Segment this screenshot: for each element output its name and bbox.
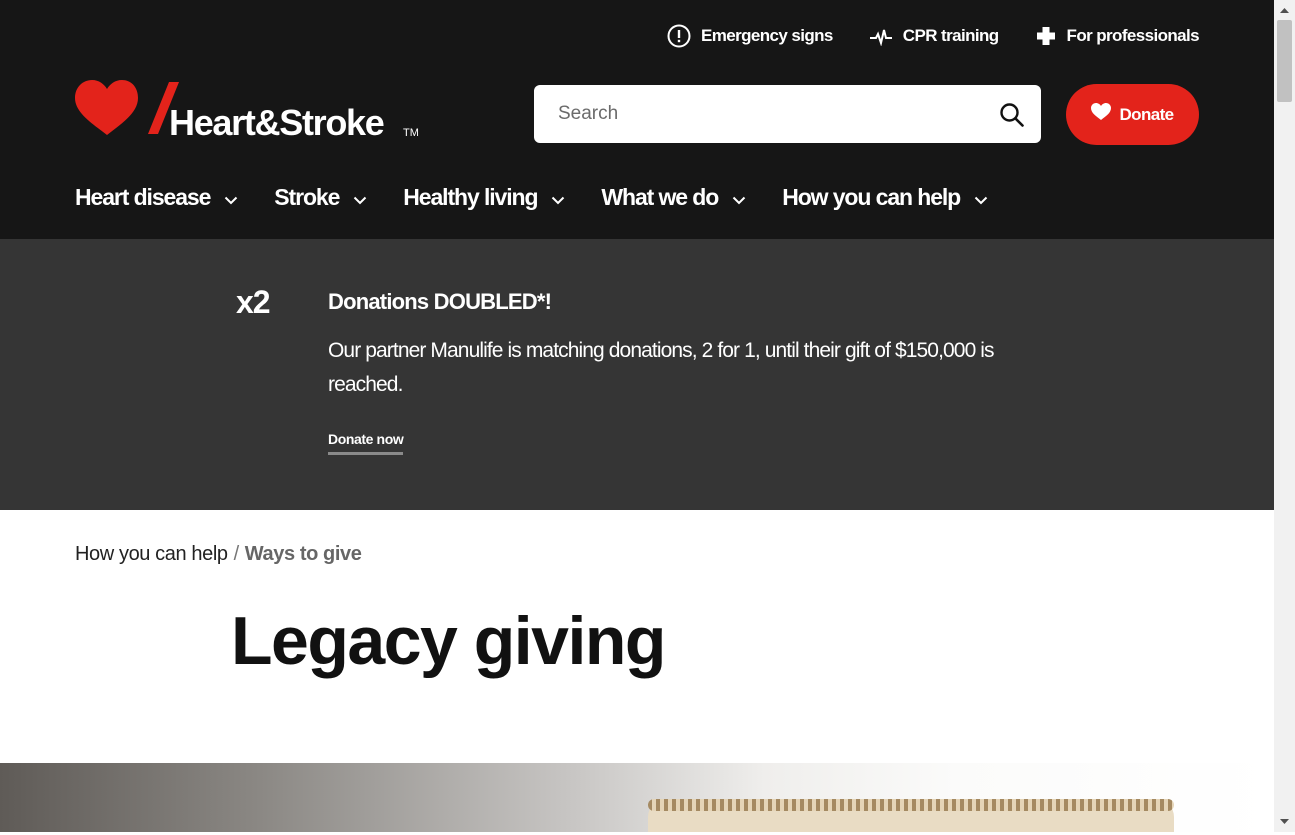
nav-item-label: Heart disease (75, 184, 211, 210)
alert-circle-icon (667, 24, 691, 48)
page: Emergency signs CPR training For profess… (0, 0, 1274, 832)
nav-item-stroke[interactable]: Stroke (274, 184, 367, 211)
heart-and-stroke-logo[interactable]: Heart&Stroke TM (75, 80, 425, 143)
cpr-training-link[interactable]: CPR training (869, 26, 999, 46)
nav-item-label: Healthy living (403, 184, 538, 210)
breadcrumb-link-how-you-can-help[interactable]: How you can help (75, 543, 228, 565)
donate-button[interactable]: Donate (1066, 84, 1199, 145)
breadcrumb-current: Ways to give (244, 543, 362, 565)
heartbeat-icon (869, 26, 893, 46)
search-icon[interactable] (999, 102, 1025, 128)
site-header: Emergency signs CPR training For profess… (0, 0, 1274, 239)
logo-trademark: TM (403, 127, 419, 139)
emergency-signs-link[interactable]: Emergency signs (667, 24, 833, 48)
for-professionals-label: For professionals (1066, 26, 1200, 45)
donate-now-link[interactable]: Donate now (328, 431, 404, 455)
nav-item-label: Stroke (274, 184, 340, 210)
scroll-up-arrow-icon[interactable] (1274, 2, 1295, 19)
promo-title: Donations DOUBLED*! (328, 289, 552, 314)
for-professionals-link[interactable]: For professionals (1035, 25, 1200, 47)
chevron-down-icon (732, 184, 746, 211)
double-badge: x2 (236, 284, 271, 320)
emergency-signs-label: Emergency signs (701, 26, 833, 45)
nav-item-what-we-do[interactable]: What we do (601, 184, 746, 211)
nav-item-heart-disease[interactable]: Heart disease (75, 184, 238, 211)
scrollbar-thumb[interactable] (1277, 20, 1292, 102)
hero-image (0, 763, 1274, 832)
nav-item-label: What we do (601, 184, 719, 210)
nav-item-how-you-can-help[interactable]: How you can help (782, 184, 988, 211)
breadcrumb-separator: / (233, 543, 240, 565)
logo-text: Heart&Stroke (169, 102, 384, 140)
chevron-down-icon (353, 184, 367, 211)
chevron-down-icon (974, 184, 988, 211)
promo-text: Our partner Manulife is matching donatio… (328, 339, 995, 396)
plus-cross-icon (1035, 25, 1057, 47)
logo-graphic: Heart&Stroke TM (75, 80, 419, 143)
donate-button-label: Donate (1119, 104, 1174, 124)
nav-item-label: How you can help (782, 184, 961, 210)
scroll-down-arrow-icon[interactable] (1274, 813, 1295, 830)
heart-icon (1091, 103, 1112, 126)
nav-item-healthy-living[interactable]: Healthy living (403, 184, 565, 211)
hero-basket-graphic (648, 799, 1174, 832)
main-nav: Heart disease Stroke Healthy living What… (75, 184, 1024, 211)
search-box (534, 85, 1041, 143)
utility-nav: Emergency signs CPR training For profess… (667, 24, 1200, 48)
page-title: Legacy giving (231, 603, 666, 679)
chevron-down-icon (551, 184, 565, 211)
cpr-training-label: CPR training (902, 26, 999, 45)
breadcrumb: How you can help / Ways to give (75, 543, 362, 566)
search-input[interactable] (534, 85, 974, 143)
hero-basket-rim (648, 799, 1174, 811)
chevron-down-icon (224, 184, 238, 211)
page-scrollbar[interactable] (1274, 0, 1295, 832)
